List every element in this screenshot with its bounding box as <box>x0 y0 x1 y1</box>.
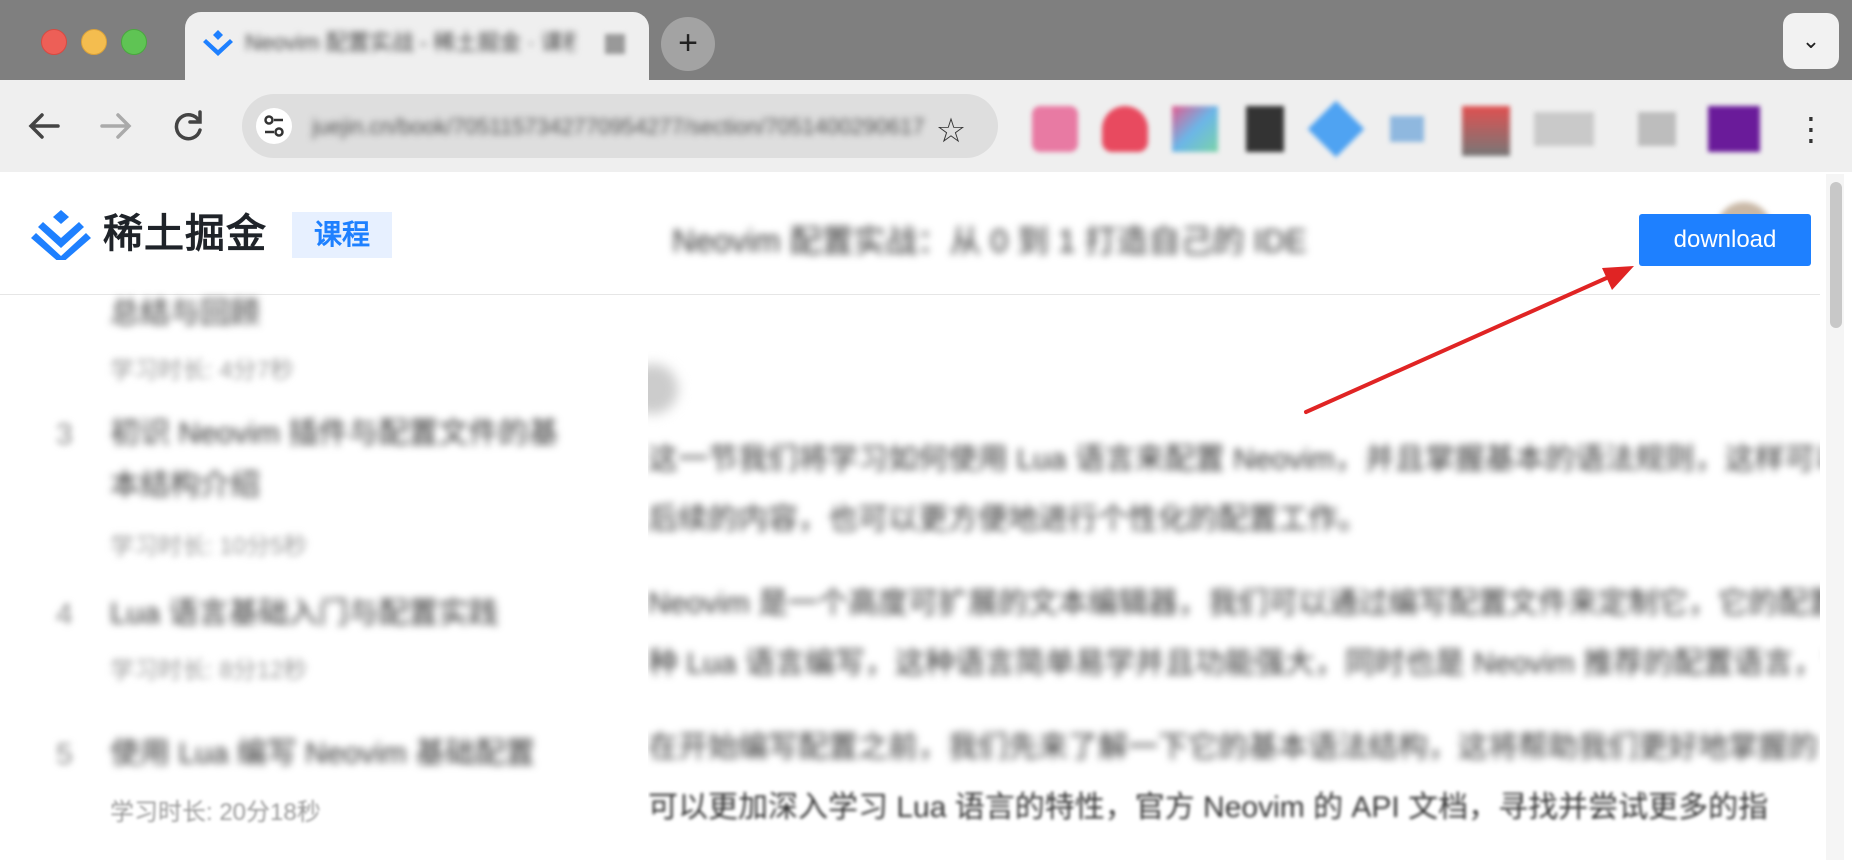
bookmark-star-icon[interactable]: ☆ <box>930 110 972 152</box>
chapter-number: 4 <box>56 598 73 631</box>
chrome-menu-button[interactable]: ⋮ <box>1793 104 1829 154</box>
paragraph-line: 在开始编写配置之前，我们先来了解一下它的基本语法结构，这将帮助我们更好地掌握的 <box>648 731 1818 764</box>
site-info-button[interactable] <box>256 108 292 144</box>
ext-pink-icon[interactable] <box>1032 106 1078 152</box>
web-page: 稀土掘金 课程 Neovim 配置实战：从 0 到 1 打造自己的 IDE do… <box>0 172 1852 862</box>
paragraph-line: 后续的内容，也可以更方便地进行个性化的配置工作。 <box>648 503 1368 536</box>
address-text[interactable]: juejin.cn/book/7051157342770954277/secti… <box>312 111 952 143</box>
juejin-favicon-icon <box>203 30 233 56</box>
tab-strip: Neovim 配置实战 - 稀土掘金 · 课程 + ⌄ <box>0 0 1852 82</box>
book-title: Neovim 配置实战：从 0 到 1 打造自己的 IDE <box>672 223 1307 259</box>
ext-purple-icon[interactable] <box>1708 106 1760 152</box>
chapter-sidebar: 总结与回顾 学习时长: 4分7秒 3 初识 Neovim 插件与配置文件的基本结… <box>40 294 630 862</box>
juejin-logo-icon[interactable] <box>30 208 92 260</box>
ext-grayline-icon[interactable] <box>1638 112 1676 146</box>
zoom-window-button[interactable] <box>121 29 147 55</box>
chapter-title: 使用 Lua 编写 Neovim 基础配置 <box>110 737 536 770</box>
chapter-duration: 学习时长: 4分7秒 <box>110 357 295 384</box>
ext-redgray-icon[interactable] <box>1462 106 1510 156</box>
back-arrow-icon <box>28 113 60 139</box>
collapse-sidebar-icon[interactable] <box>648 364 678 414</box>
chapter-title: Lua 语言基础入门与配置实践 <box>110 597 499 630</box>
close-window-button[interactable] <box>41 29 67 55</box>
address-bar[interactable]: juejin.cn/book/7051157342770954277/secti… <box>242 94 998 158</box>
course-badge[interactable]: 课程 <box>292 212 392 258</box>
ext-gray-icon[interactable] <box>1534 112 1594 146</box>
paragraph-line: Neovim 是一个高度可扩展的文本编辑器，我们可以通过编写配置文件来定制它，它… <box>648 587 1820 620</box>
paragraph-line: 种 Lua 语言编写，这种语言简单易学并且功能强大，同时也是 Neovim 推荐… <box>648 647 1820 680</box>
logo-text[interactable]: 稀土掘金 <box>103 208 267 260</box>
tab-close-icon[interactable] <box>605 34 625 54</box>
scroll-thumb[interactable] <box>1830 182 1842 328</box>
chapter-number: 3 <box>56 418 73 451</box>
active-tab[interactable]: Neovim 配置实战 - 稀土掘金 · 课程 <box>185 12 649 82</box>
chapter-duration: 学习时长: 8分12秒 <box>110 657 308 684</box>
paragraph-line: 可以更加深入学习 Lua 语言的特性，官方 Neovim 的 API 文档，寻找… <box>648 791 1769 824</box>
article-content: 这一节我们将学习如何使用 Lua 语言来配置 Neovim，并且掌握基本的语法规… <box>648 294 1820 862</box>
chapter-duration: 学习时长: 10分5秒 <box>110 533 308 560</box>
reload-button[interactable] <box>164 102 212 150</box>
page-scrollbar[interactable] <box>1826 174 1844 860</box>
ext-dark-icon[interactable] <box>1246 106 1284 152</box>
new-tab-button[interactable]: + <box>661 17 715 71</box>
ext-multi-icon[interactable] <box>1172 106 1218 152</box>
forward-button[interactable] <box>92 102 140 150</box>
more-vertical-icon: ⋮ <box>1795 111 1827 147</box>
chapter-number: 5 <box>56 738 73 771</box>
minimize-window-button[interactable] <box>81 29 107 55</box>
tab-search-button[interactable]: ⌄ <box>1783 13 1839 69</box>
ext-lightblue-icon[interactable] <box>1390 116 1424 142</box>
download-button[interactable]: download <box>1639 214 1811 266</box>
forward-arrow-icon <box>100 113 132 139</box>
chapter-duration: 学习时长: 20分18秒 <box>110 799 321 826</box>
chevron-down-icon: ⌄ <box>1801 28 1821 53</box>
chapter-title: 总结与回顾 <box>110 297 260 330</box>
tab-title: Neovim 配置实战 - 稀土掘金 · 课程 <box>245 30 575 55</box>
back-button[interactable] <box>20 102 68 150</box>
paragraph-line: 这一节我们将学习如何使用 Lua 语言来配置 Neovim，并且掌握基本的语法规… <box>648 443 1820 476</box>
reload-icon <box>174 110 202 141</box>
tune-icon <box>264 115 284 137</box>
site-header: 稀土掘金 课程 Neovim 配置实战：从 0 到 1 打造自己的 IDE do… <box>0 172 1820 295</box>
ext-red-icon[interactable] <box>1102 106 1148 152</box>
chapter-title: 初识 Neovim 插件与配置文件的基本结构介绍 <box>110 417 559 502</box>
